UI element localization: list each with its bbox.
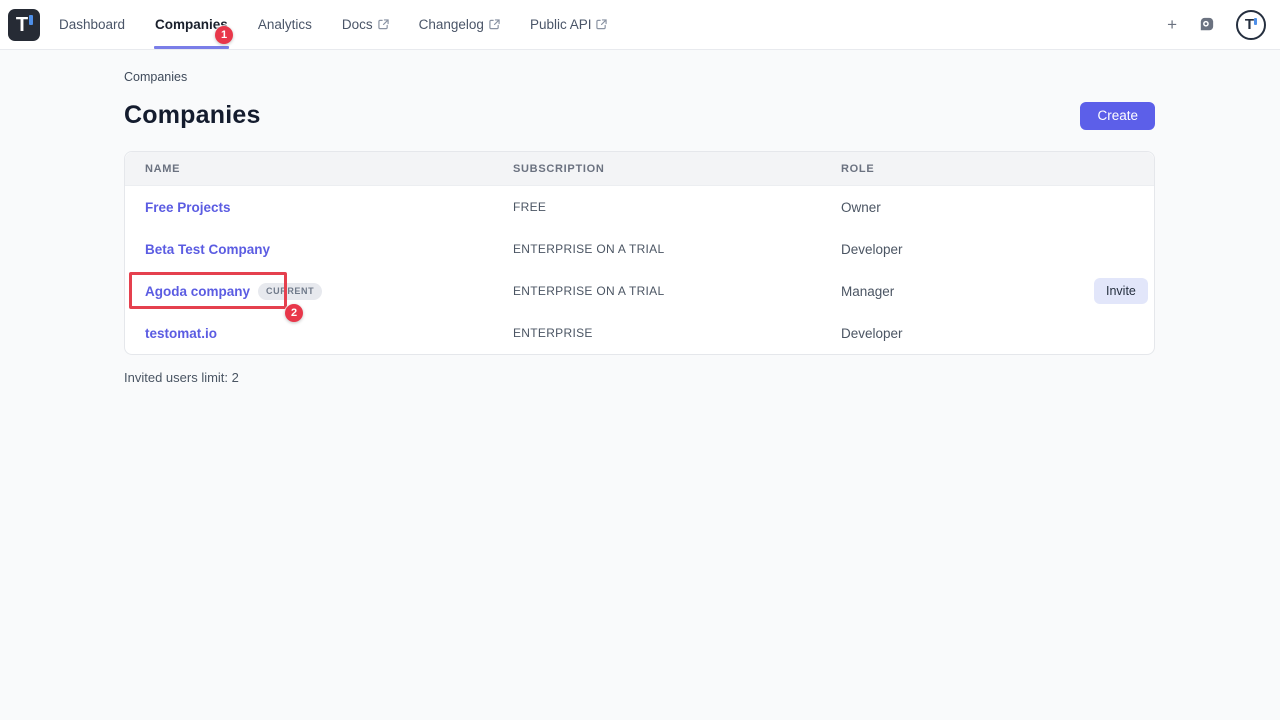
nav-analytics[interactable]: Analytics	[258, 0, 312, 49]
invite-button[interactable]: Invite	[1094, 278, 1148, 304]
company-link[interactable]: Free Projects	[145, 200, 231, 215]
logo-accent-tick	[29, 15, 33, 25]
annotation-step-badge: 2	[285, 304, 303, 322]
role-cell: Manager	[821, 284, 1074, 299]
nav-changelog[interactable]: Changelog	[419, 0, 500, 49]
table-row: Beta Test Company ENTERPRISE ON A TRIAL …	[125, 228, 1154, 270]
subscription-value: ENTERPRISE	[513, 326, 593, 340]
avatar-letter: T	[1245, 17, 1254, 32]
company-link[interactable]: testomat.io	[145, 326, 217, 341]
nav-public-api-label: Public API	[530, 17, 592, 32]
nav-changelog-label: Changelog	[419, 17, 484, 32]
nav-analytics-label: Analytics	[258, 17, 312, 32]
subscription-value: ENTERPRISE ON A TRIAL	[513, 242, 664, 256]
create-button[interactable]: Create	[1080, 102, 1155, 130]
nav-docs-label: Docs	[342, 17, 373, 32]
role-value: Manager	[841, 284, 894, 299]
active-tab-underline	[154, 46, 229, 49]
breadcrumb[interactable]: Companies	[124, 70, 1155, 84]
table-header-row: NAME SUBSCRIPTION ROLE	[125, 152, 1154, 186]
name-cell: Free Projects	[125, 200, 493, 215]
table-row: testomat.io ENTERPRISE Developer	[125, 312, 1154, 354]
external-link-icon	[489, 19, 500, 30]
external-link-icon	[596, 19, 607, 30]
subscription-value: ENTERPRISE ON A TRIAL	[513, 284, 664, 298]
avatar-accent-tick	[1254, 18, 1257, 25]
topbar-actions: + T	[1167, 10, 1266, 40]
actions-cell: Invite	[1074, 278, 1168, 304]
annotation-step-badge: 1	[215, 26, 233, 44]
name-cell: testomat.io	[125, 326, 493, 341]
role-cell: Developer	[821, 242, 1074, 257]
subscription-cell: ENTERPRISE	[493, 326, 821, 340]
nav-companies[interactable]: Companies 1	[155, 0, 228, 49]
name-cell: 2 Agoda company CURRENT	[125, 283, 493, 300]
logo-letter: T	[16, 15, 28, 35]
main-nav: Dashboard Companies 1 Analytics Docs Cha…	[59, 0, 607, 49]
subscription-value: FREE	[513, 200, 546, 214]
table-row: Free Projects FREE Owner	[125, 186, 1154, 228]
main-content: Companies Companies Create NAME SUBSCRIP…	[0, 50, 1155, 385]
companies-table: NAME SUBSCRIPTION ROLE Free Projects FRE…	[124, 151, 1155, 355]
topbar: T Dashboard Companies 1 Analytics Docs C…	[0, 0, 1280, 50]
app-logo[interactable]: T	[8, 9, 40, 41]
column-header-name: NAME	[125, 163, 493, 175]
knowledge-base-icon[interactable]	[1197, 15, 1216, 34]
nav-dashboard[interactable]: Dashboard	[59, 0, 125, 49]
company-link[interactable]: Agoda company	[145, 284, 250, 299]
nav-dashboard-label: Dashboard	[59, 17, 125, 32]
user-avatar[interactable]: T	[1236, 10, 1266, 40]
subscription-cell: FREE	[493, 200, 821, 214]
invited-users-limit-note: Invited users limit: 2	[124, 370, 1155, 385]
role-cell: Owner	[821, 200, 1074, 215]
subscription-cell: ENTERPRISE ON A TRIAL	[493, 284, 821, 298]
company-link[interactable]: Beta Test Company	[145, 242, 270, 257]
nav-public-api[interactable]: Public API	[530, 0, 608, 49]
role-cell: Developer	[821, 326, 1074, 341]
nav-docs[interactable]: Docs	[342, 0, 389, 49]
current-company-badge: CURRENT	[258, 283, 322, 300]
column-header-role: ROLE	[821, 163, 1074, 175]
role-value: Developer	[841, 242, 903, 257]
role-value: Developer	[841, 326, 903, 341]
name-cell: Beta Test Company	[125, 242, 493, 257]
title-row: Companies Create	[124, 101, 1155, 130]
table-row-current: 2 Agoda company CURRENT ENTERPRISE ON A …	[125, 270, 1154, 312]
external-link-icon	[378, 19, 389, 30]
column-header-subscription: SUBSCRIPTION	[493, 163, 821, 175]
subscription-cell: ENTERPRISE ON A TRIAL	[493, 242, 821, 256]
role-value: Owner	[841, 200, 881, 215]
plus-icon[interactable]: +	[1167, 16, 1177, 33]
page-title: Companies	[124, 101, 261, 130]
